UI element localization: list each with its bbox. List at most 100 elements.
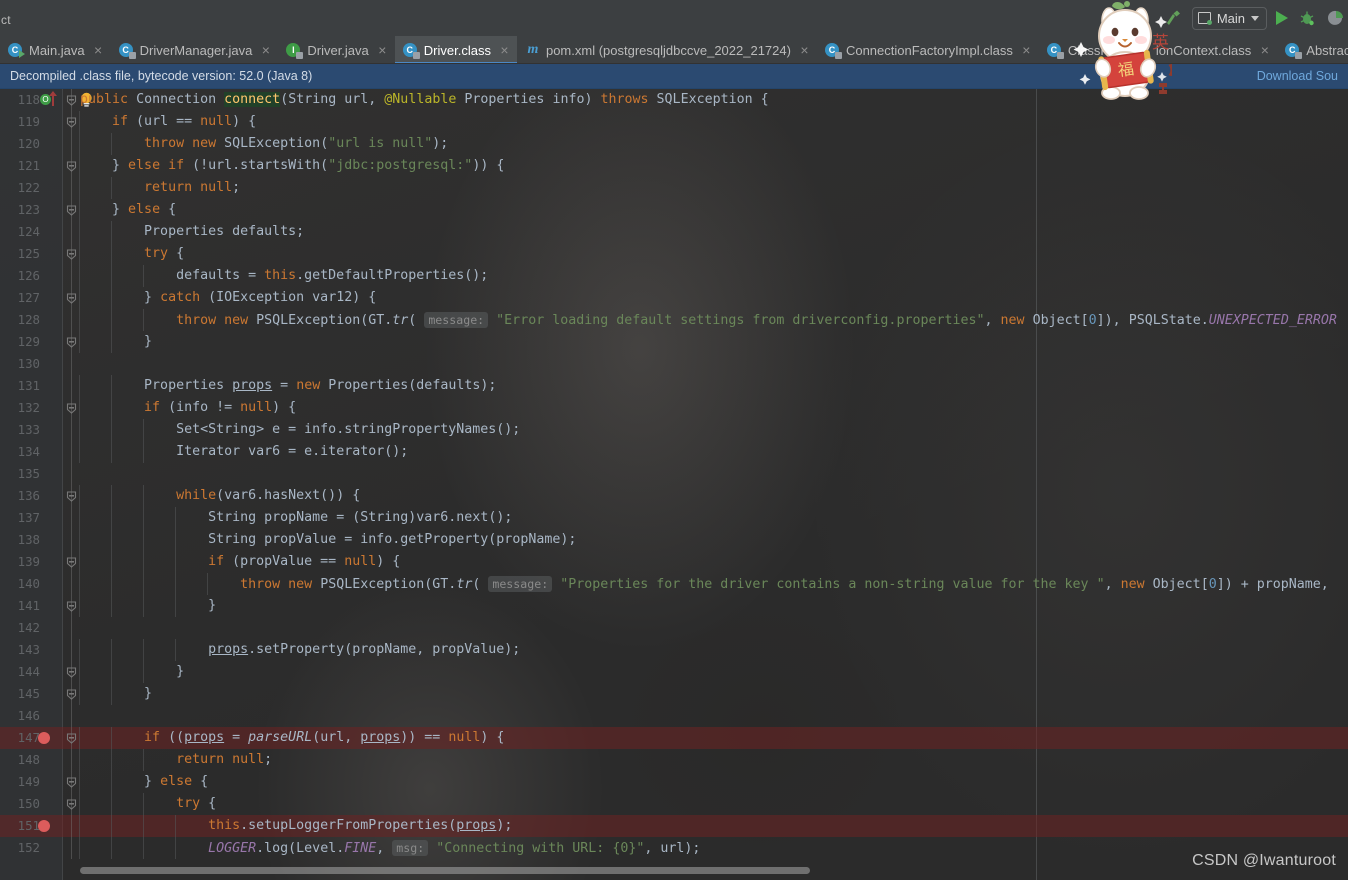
line-number: 147 [17,730,40,745]
code-line[interactable]: 143 props.setProperty(propName, propValu… [0,639,1348,661]
tab-close-icon[interactable]: × [1021,43,1032,57]
line-number: 144 [17,664,40,679]
code-line[interactable]: 139 if (propValue == null) { [0,551,1348,573]
tab-close-icon[interactable]: × [1259,43,1270,57]
code-line[interactable]: 124 Properties defaults; [0,221,1348,243]
code-line[interactable]: 135 [0,463,1348,485]
code-line[interactable]: 150 try { [0,793,1348,815]
editor-tab-main-java[interactable]: C Main.java × [0,36,111,63]
code-text: Iterator var6 = e.iterator(); [176,444,409,459]
code-line[interactable]: 122 return null; [0,177,1348,199]
editor-tab-driver-class[interactable]: C Driver.class × [394,36,518,63]
code-text: } catch (IOException var12) { [80,290,377,305]
tab-close-icon[interactable]: × [799,43,810,57]
code-line[interactable]: 152 LOGGER.log(Level.FINE, msg: "Connect… [0,837,1348,859]
code-line[interactable]: 134 Iterator var6 = e.iterator(); [0,441,1348,463]
code-line[interactable]: 131 Properties props = new Properties(de… [0,375,1348,397]
breakpoint-icon[interactable] [38,820,50,832]
line-number: 127 [17,290,40,305]
java-class-run-icon: C [8,42,25,58]
code-lines-container[interactable]: 118 Opublic Connection connect(String url… [0,89,1348,880]
java-class-library-icon: C [402,42,420,59]
code-line[interactable]: 133 Set<String> e = info.stringPropertyN… [0,419,1348,441]
code-line[interactable]: 147 if ((props = parseURL(url, props)) =… [0,727,1348,749]
code-line[interactable]: 120 throw new SQLException("url is null"… [0,133,1348,155]
tab-label: Main.java [29,42,85,58]
code-line[interactable]: 148 return null; [0,749,1348,771]
code-text: } [80,664,185,679]
line-number: 136 [17,488,40,503]
horizontal-scrollbar[interactable] [80,867,1260,874]
line-number: 138 [17,532,40,547]
editor-tab-driver-java[interactable]: I Driver.java × [278,36,394,63]
run-config-icon [1197,12,1212,25]
code-text: } [80,334,153,349]
banner-message: Decompiled .class file, bytecode version… [10,69,313,83]
code-line[interactable]: 130 [0,353,1348,375]
line-number: 128 [17,312,40,327]
code-line[interactable]: 137 String propName = (String)var6.next(… [0,507,1348,529]
code-line[interactable]: 138 String propValue = info.getProperty(… [0,529,1348,551]
tab-label: Driver.java [307,42,369,58]
line-number: 149 [17,774,40,789]
code-line[interactable]: 119 if (url == null) { [0,111,1348,133]
line-number: 121 [17,158,40,173]
editor-tab-drivermanager-java[interactable]: C DriverManager.java × [111,36,279,63]
code-text: LOGGER.log(Level.FINE, msg: "Connecting … [208,840,701,856]
line-number: 151 [17,818,40,833]
code-text: if (propValue == null) { [208,554,401,569]
code-line[interactable]: 145 } [0,683,1348,705]
code-line[interactable]: 136 while(var6.hasNext()) { [0,485,1348,507]
code-line[interactable]: 132 if (info != null) { [0,397,1348,419]
line-number: 131 [17,378,40,393]
line-number: 120 [17,136,40,151]
line-number: 133 [17,422,40,437]
code-text: String propValue = info.getProperty(prop… [208,532,577,547]
code-line[interactable]: 141 } [0,595,1348,617]
code-text: String propName = (String)var6.next(); [208,510,513,525]
code-line[interactable]: 128 throw new PSQLException(GT.tr( messa… [0,309,1348,331]
tab-label: pom.xml (postgresqljdbccve_2022_21724) [545,42,791,58]
maven-icon: m [527,42,539,57]
coverage-icon[interactable] [1326,8,1346,28]
breakpoint-icon[interactable] [38,732,50,744]
code-line[interactable]: 126 defaults = this.getDefaultProperties… [0,265,1348,287]
code-line[interactable]: 121 } else if (!url.startsWith("jdbc:pos… [0,155,1348,177]
editor-tab-connectionfactoryimpl-class[interactable]: C ConnectionFactoryImpl.class × [817,36,1039,63]
tab-label: Driver.class [423,42,491,58]
code-line[interactable]: 142 [0,617,1348,639]
line-number: 145 [17,686,40,701]
code-line[interactable]: 140 throw new PSQLException(GT.tr( messa… [0,573,1348,595]
code-line[interactable]: 149 } else { [0,771,1348,793]
code-line[interactable]: 144 } [0,661,1348,683]
line-number: 134 [17,444,40,459]
download-sources-link[interactable]: Download Sou [1257,69,1338,83]
run-configuration-selector[interactable]: Main [1191,6,1267,30]
horizontal-scrollbar-thumb[interactable] [80,867,810,874]
project-tool-window-label[interactable]: ct [0,2,11,38]
java-class-library-icon: C [1046,42,1064,59]
bunny-sticker: 福 [1069,0,1181,104]
editor-tab-pom-xml[interactable]: m pom.xml (postgresqljdbccve_2022_21724) × [517,36,817,63]
tab-close-icon[interactable]: × [260,43,271,57]
code-text: this.setupLoggerFromProperties(props); [208,818,513,833]
code-text: props.setProperty(propName, propValue); [208,642,521,657]
code-line[interactable]: 146 [0,705,1348,727]
debug-icon[interactable] [1297,8,1317,28]
code-text: defaults = this.getDefaultProperties(); [80,268,489,283]
code-line[interactable]: 125 try { [0,243,1348,265]
tab-label: DriverManager.java [139,42,253,58]
code-text: throw new SQLException("url is null"); [144,136,449,151]
code-line[interactable]: 151 this.setupLoggerFromProperties(props… [0,815,1348,837]
run-icon[interactable] [1276,11,1288,25]
line-number: 126 [17,268,40,283]
code-line[interactable]: 123 } else { [0,199,1348,221]
code-editor[interactable]: 118 Opublic Connection connect(String url… [0,89,1348,880]
tab-close-icon[interactable]: × [499,43,510,57]
code-text: } [80,686,153,701]
tab-close-icon[interactable]: × [377,43,388,57]
code-line[interactable]: 129 } [0,331,1348,353]
tab-close-icon[interactable]: × [93,43,104,57]
code-line[interactable]: 127 } catch (IOException var12) { [0,287,1348,309]
editor-tab-abstract[interactable]: CAbstract [1277,36,1348,63]
